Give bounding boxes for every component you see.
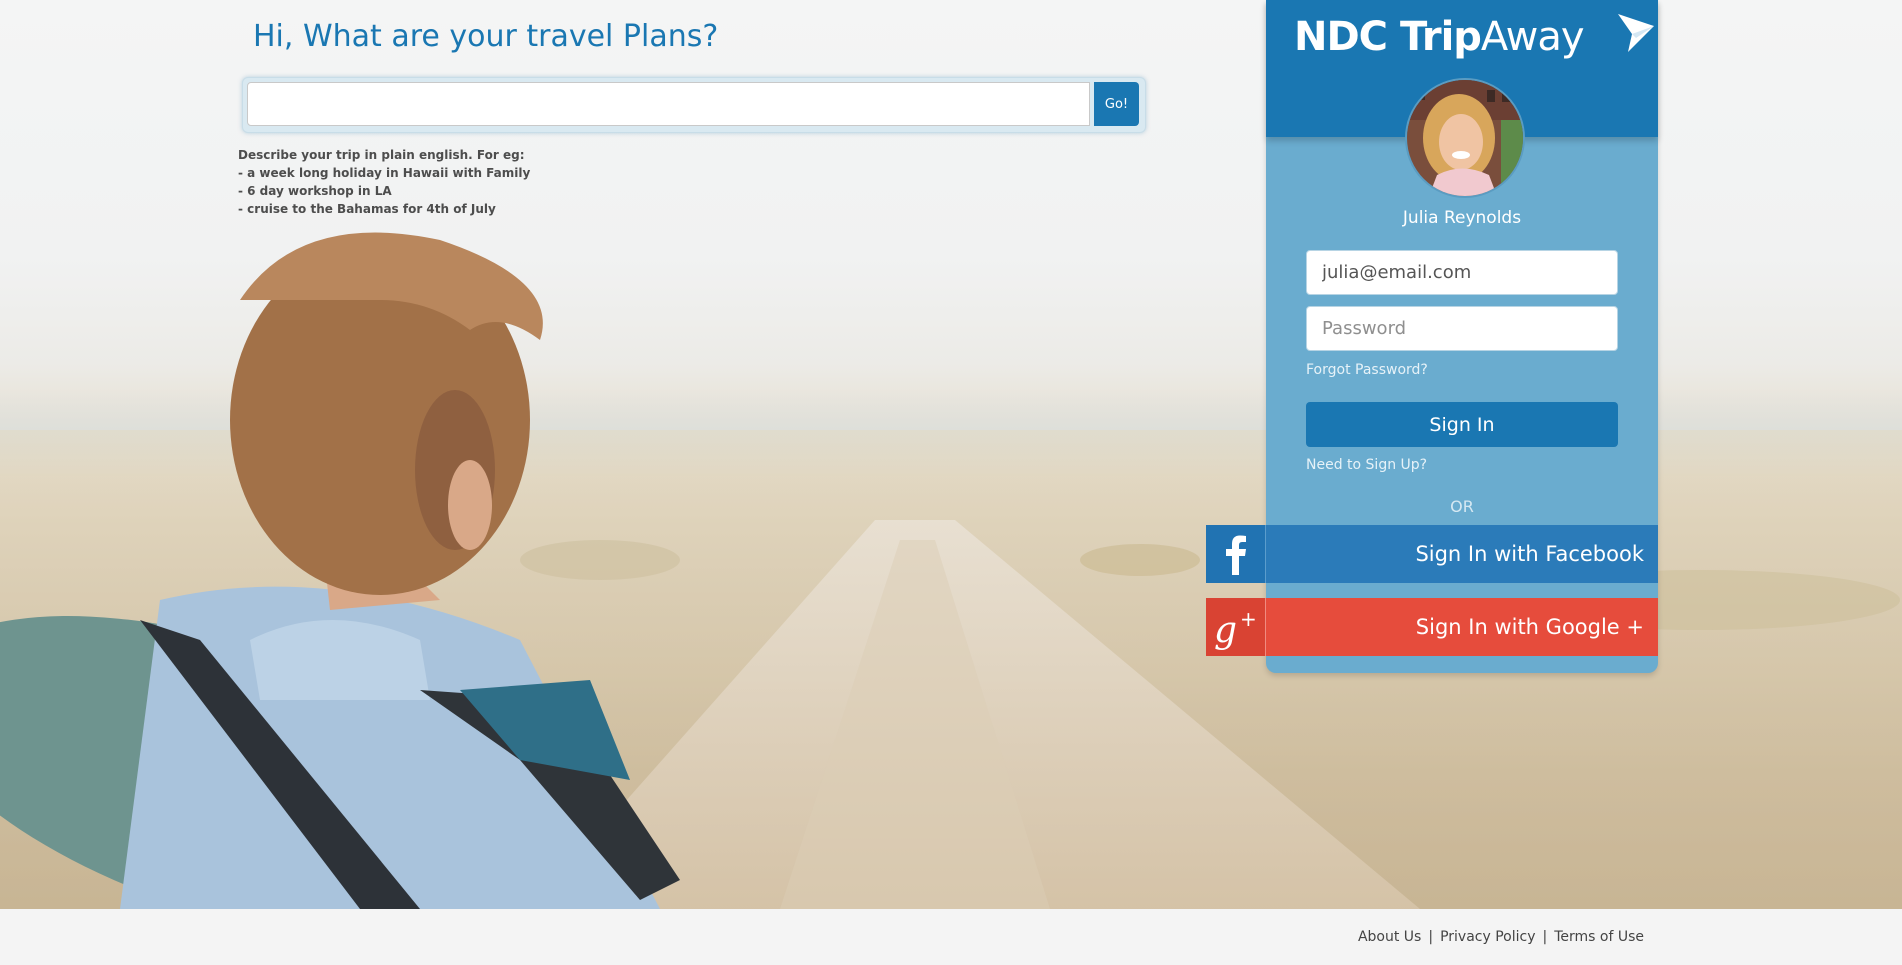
paper-plane-icon: [1618, 14, 1654, 52]
trip-description-input[interactable]: [247, 82, 1090, 126]
or-divider: OR: [1450, 497, 1474, 516]
search-hint: Describe your trip in plain english. For…: [238, 146, 530, 218]
google-signin-button[interactable]: g + Sign In with Google +: [1206, 598, 1658, 656]
travel-plans-heading: Hi, What are your travel Plans?: [253, 19, 719, 54]
brand-logo: NDC TripAway: [1294, 12, 1585, 62]
privacy-policy-link[interactable]: Privacy Policy: [1440, 929, 1535, 945]
google-plus-icon: g +: [1214, 607, 1257, 651]
trip-search-bar: Go!: [242, 77, 1146, 133]
footer: About Us | Privacy Policy | Terms of Use: [0, 909, 1902, 965]
avatar-photo: [1407, 80, 1523, 196]
terms-of-use-link[interactable]: Terms of Use: [1554, 929, 1644, 945]
ear: [448, 460, 492, 550]
facebook-icon: [1226, 535, 1246, 575]
forgot-password-link[interactable]: Forgot Password?: [1306, 362, 1428, 378]
footer-separator: |: [1542, 929, 1548, 945]
svg-text:+: +: [1240, 607, 1257, 631]
brand-name-light: Away: [1480, 14, 1585, 60]
svg-text:g: g: [1214, 610, 1237, 651]
google-plus-icon-box: g +: [1206, 598, 1266, 656]
hint-line: - cruise to the Bahamas for 4th of July: [238, 202, 496, 216]
brand-name-bold: NDC Trip: [1294, 14, 1482, 60]
sign-in-button[interactable]: Sign In: [1306, 402, 1618, 447]
email-field[interactable]: [1306, 250, 1618, 295]
go-button[interactable]: Go!: [1094, 82, 1139, 126]
hint-line: Describe your trip in plain english. For…: [238, 148, 525, 162]
user-name: Julia Reynolds: [1402, 208, 1522, 228]
user-avatar: [1405, 78, 1525, 198]
sign-up-link[interactable]: Need to Sign Up?: [1306, 457, 1427, 473]
facebook-icon-box: [1206, 525, 1266, 583]
facebook-signin-label: Sign In with Facebook: [1415, 542, 1644, 566]
footer-separator: |: [1428, 929, 1434, 945]
password-field[interactable]: [1306, 306, 1618, 351]
google-signin-label: Sign In with Google +: [1415, 615, 1644, 639]
hint-line: - a week long holiday in Hawaii with Fam…: [238, 166, 531, 180]
about-us-link[interactable]: About Us: [1358, 929, 1421, 945]
footer-links: About Us | Privacy Policy | Terms of Use: [1358, 929, 1644, 945]
facebook-signin-button[interactable]: Sign In with Facebook: [1206, 525, 1658, 583]
hint-line: - 6 day workshop in LA: [238, 184, 392, 198]
